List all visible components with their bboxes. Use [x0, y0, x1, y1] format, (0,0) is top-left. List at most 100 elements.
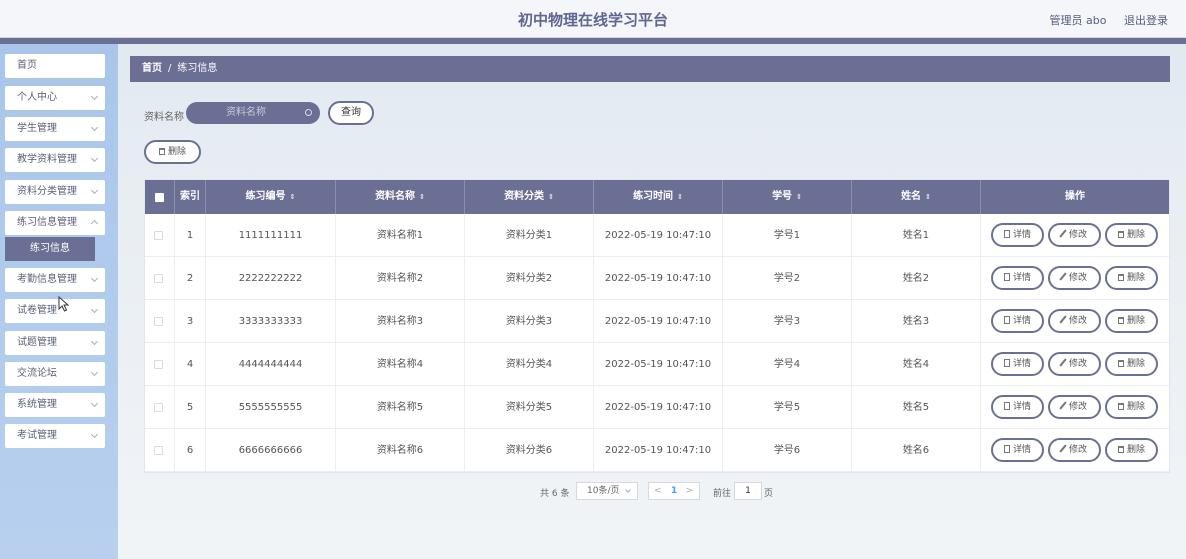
cell-code: 5555555555	[206, 386, 336, 429]
edit-button-label: 修改	[1068, 359, 1087, 369]
delete-button[interactable]: 删除	[1105, 266, 1158, 290]
mouse-cursor-icon	[58, 296, 70, 312]
sidebar-item-label: 首页	[17, 60, 37, 71]
sidebar-item-home[interactable]: 首页	[5, 54, 105, 78]
detail-button-label: 详情	[1012, 445, 1031, 455]
breadcrumb-home[interactable]: 首页	[142, 63, 162, 74]
delete-button[interactable]: 删除	[1105, 352, 1158, 376]
row-select-cell	[145, 343, 175, 386]
cell-time: 2022-05-19 10:47:10	[594, 257, 723, 300]
batch-delete-button[interactable]: 删除	[144, 140, 201, 164]
prev-page-button[interactable]: <	[654, 483, 662, 499]
cell-student-name: 姓名3	[852, 300, 981, 343]
delete-button[interactable]: 删除	[1105, 438, 1158, 462]
col-code[interactable]: 练习编号 ⇕	[206, 180, 336, 214]
edit-button[interactable]: 修改	[1048, 266, 1101, 290]
edit-icon	[1059, 272, 1067, 281]
sidebar-item-students[interactable]: 学生管理	[5, 117, 105, 141]
edit-button[interactable]: 修改	[1048, 309, 1101, 333]
cell-material-name: 资料名称4	[336, 343, 465, 386]
row-checkbox[interactable]	[154, 403, 163, 412]
select-all-checkbox[interactable]	[155, 193, 164, 202]
chevron-down-icon	[90, 186, 99, 195]
document-icon	[1003, 316, 1010, 324]
sidebar-item-system[interactable]: 系统管理	[5, 393, 105, 417]
sidebar-item-questions[interactable]: 试题管理	[5, 331, 105, 355]
delete-button[interactable]: 删除	[1105, 223, 1158, 247]
col-material-name[interactable]: 资料名称 ⇕	[336, 180, 465, 214]
col-student-id[interactable]: 学号 ⇕	[723, 180, 852, 214]
app-title: 初中物理在线学习平台	[517, 11, 668, 29]
row-select-cell	[145, 429, 175, 472]
row-checkbox[interactable]	[154, 317, 163, 326]
col-category[interactable]: 资料分类 ⇕	[465, 180, 594, 214]
cell-time: 2022-05-19 10:47:10	[594, 214, 723, 257]
edit-icon	[1059, 229, 1067, 238]
sort-icon: ⇕	[796, 193, 802, 201]
query-button[interactable]: 查询	[328, 101, 374, 125]
current-page[interactable]: 1	[671, 483, 677, 499]
sidebar-item-label: 考勤信息管理	[17, 274, 77, 285]
detail-button[interactable]: 详情	[991, 395, 1044, 419]
page-size-select[interactable]: 10条/页	[576, 482, 638, 500]
sidebar-item-exam-papers[interactable]: 试卷管理	[5, 299, 105, 323]
detail-button[interactable]: 详情	[991, 309, 1044, 333]
cell-material-name: 资料名称5	[336, 386, 465, 429]
trash-icon	[1117, 403, 1124, 410]
edit-button[interactable]: 修改	[1048, 352, 1101, 376]
edit-icon	[1059, 315, 1067, 324]
table-row: 6 6666666666 资料名称6 资料分类6 2022-05-19 10:47:10…	[145, 429, 1169, 472]
edit-button[interactable]: 修改	[1048, 223, 1101, 247]
col-time[interactable]: 练习时间 ⇕	[594, 180, 723, 214]
sidebar-item-forum[interactable]: 交流论坛	[5, 362, 105, 386]
sidebar-item-material-categories[interactable]: 资料分类管理	[5, 180, 105, 204]
sort-icon: ⇕	[419, 193, 425, 201]
col-label: 姓名	[901, 191, 922, 202]
sidebar-item-exams[interactable]: 考试管理	[5, 424, 105, 448]
col-label: 练习编号	[245, 191, 286, 202]
sidebar-item-practice[interactable]: 练习信息管理	[5, 211, 105, 235]
page-size-value: 10条/页	[587, 486, 620, 496]
goto-page-input[interactable]: 1	[734, 482, 762, 500]
edit-button-label: 修改	[1068, 273, 1087, 283]
cell-student-name: 姓名1	[852, 214, 981, 257]
detail-button[interactable]: 详情	[991, 352, 1044, 376]
detail-button-label: 详情	[1012, 230, 1031, 240]
sort-icon: ⇕	[548, 193, 554, 201]
detail-button[interactable]: 详情	[991, 266, 1044, 290]
chevron-down-icon	[90, 92, 99, 101]
edit-button[interactable]: 修改	[1048, 438, 1101, 462]
trash-icon	[158, 148, 165, 155]
row-checkbox[interactable]	[154, 360, 163, 369]
row-checkbox[interactable]	[154, 446, 163, 455]
document-icon	[1003, 402, 1010, 410]
detail-button[interactable]: 详情	[991, 438, 1044, 462]
col-label: 练习时间	[633, 191, 674, 202]
row-select-cell	[145, 386, 175, 429]
sidebar-subitem-practice-info[interactable]: 练习信息	[5, 237, 95, 261]
document-icon	[1003, 273, 1010, 281]
detail-button-label: 详情	[1012, 402, 1031, 412]
row-checkbox[interactable]	[154, 231, 163, 240]
next-page-button[interactable]: >	[685, 483, 693, 499]
row-checkbox[interactable]	[154, 274, 163, 283]
delete-button[interactable]: 删除	[1105, 395, 1158, 419]
col-student-name[interactable]: 姓名 ⇕	[852, 180, 981, 214]
table-row: 1 1111111111 资料名称1 资料分类1 2022-05-19 10:47:10…	[145, 214, 1169, 257]
sidebar-item-materials[interactable]: 教学资料管理	[5, 148, 105, 172]
chevron-down-icon	[90, 305, 99, 314]
cell-student-id: 学号2	[723, 257, 852, 300]
sidebar-item-label: 教学资料管理	[17, 154, 77, 165]
select-all-cell	[145, 180, 175, 214]
sidebar-item-label: 交流论坛	[17, 368, 57, 379]
search-input[interactable]: 资料名称	[186, 102, 320, 124]
sidebar-item-attendance[interactable]: 考勤信息管理	[5, 268, 105, 292]
edit-button-label: 修改	[1068, 402, 1087, 412]
detail-button[interactable]: 详情	[991, 223, 1044, 247]
cell-actions: 详情 修改 删除	[981, 386, 1169, 429]
edit-button[interactable]: 修改	[1048, 395, 1101, 419]
sidebar-item-personal-center[interactable]: 个人中心	[5, 86, 105, 110]
logout-link[interactable]: 退出登录	[1124, 14, 1168, 27]
cell-student-name: 姓名2	[852, 257, 981, 300]
delete-button[interactable]: 删除	[1105, 309, 1158, 333]
